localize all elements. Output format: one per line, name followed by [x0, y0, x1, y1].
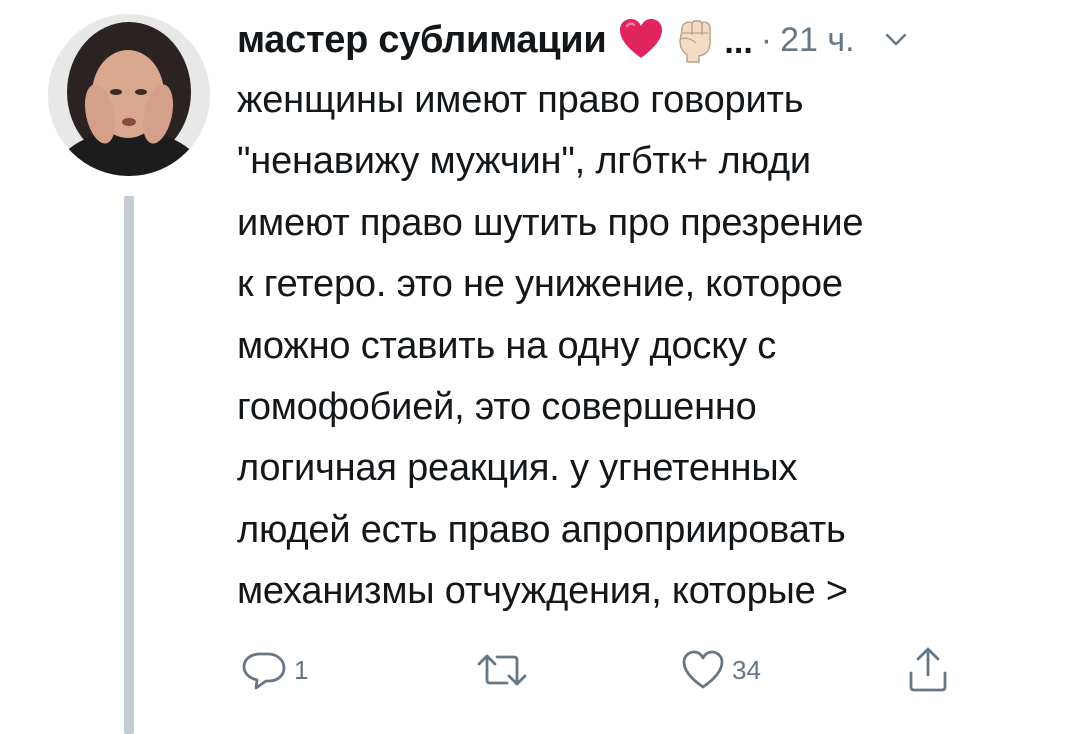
- avatar[interactable]: [48, 14, 210, 176]
- raised-fist-icon: [674, 17, 716, 63]
- retweet-icon: [475, 648, 529, 692]
- red-heart-icon: [618, 17, 664, 63]
- share-button[interactable]: [905, 640, 951, 700]
- reply-icon: [240, 648, 288, 692]
- heart-outline-icon: [680, 648, 726, 692]
- reply-count: 1: [294, 654, 309, 685]
- more-ellipsis: ...: [724, 22, 753, 61]
- share-icon: [905, 645, 951, 695]
- retweet-button[interactable]: [475, 640, 535, 700]
- tweet-header: мастер сублимации ... · 21 ч.: [237, 10, 907, 70]
- timestamp[interactable]: 21 ч.: [780, 21, 854, 60]
- like-button[interactable]: 34: [680, 640, 761, 700]
- separator-dot: ·: [760, 20, 773, 59]
- reply-button[interactable]: 1: [240, 640, 308, 700]
- username[interactable]: мастер сублимации: [237, 19, 607, 62]
- avatar-image: [48, 14, 210, 176]
- like-count: 34: [732, 654, 761, 685]
- tweet-text: женщины имеют право говорить "ненавижу м…: [237, 79, 864, 613]
- action-bar: 1 34: [0, 640, 1080, 700]
- chevron-down-icon[interactable]: [885, 33, 907, 47]
